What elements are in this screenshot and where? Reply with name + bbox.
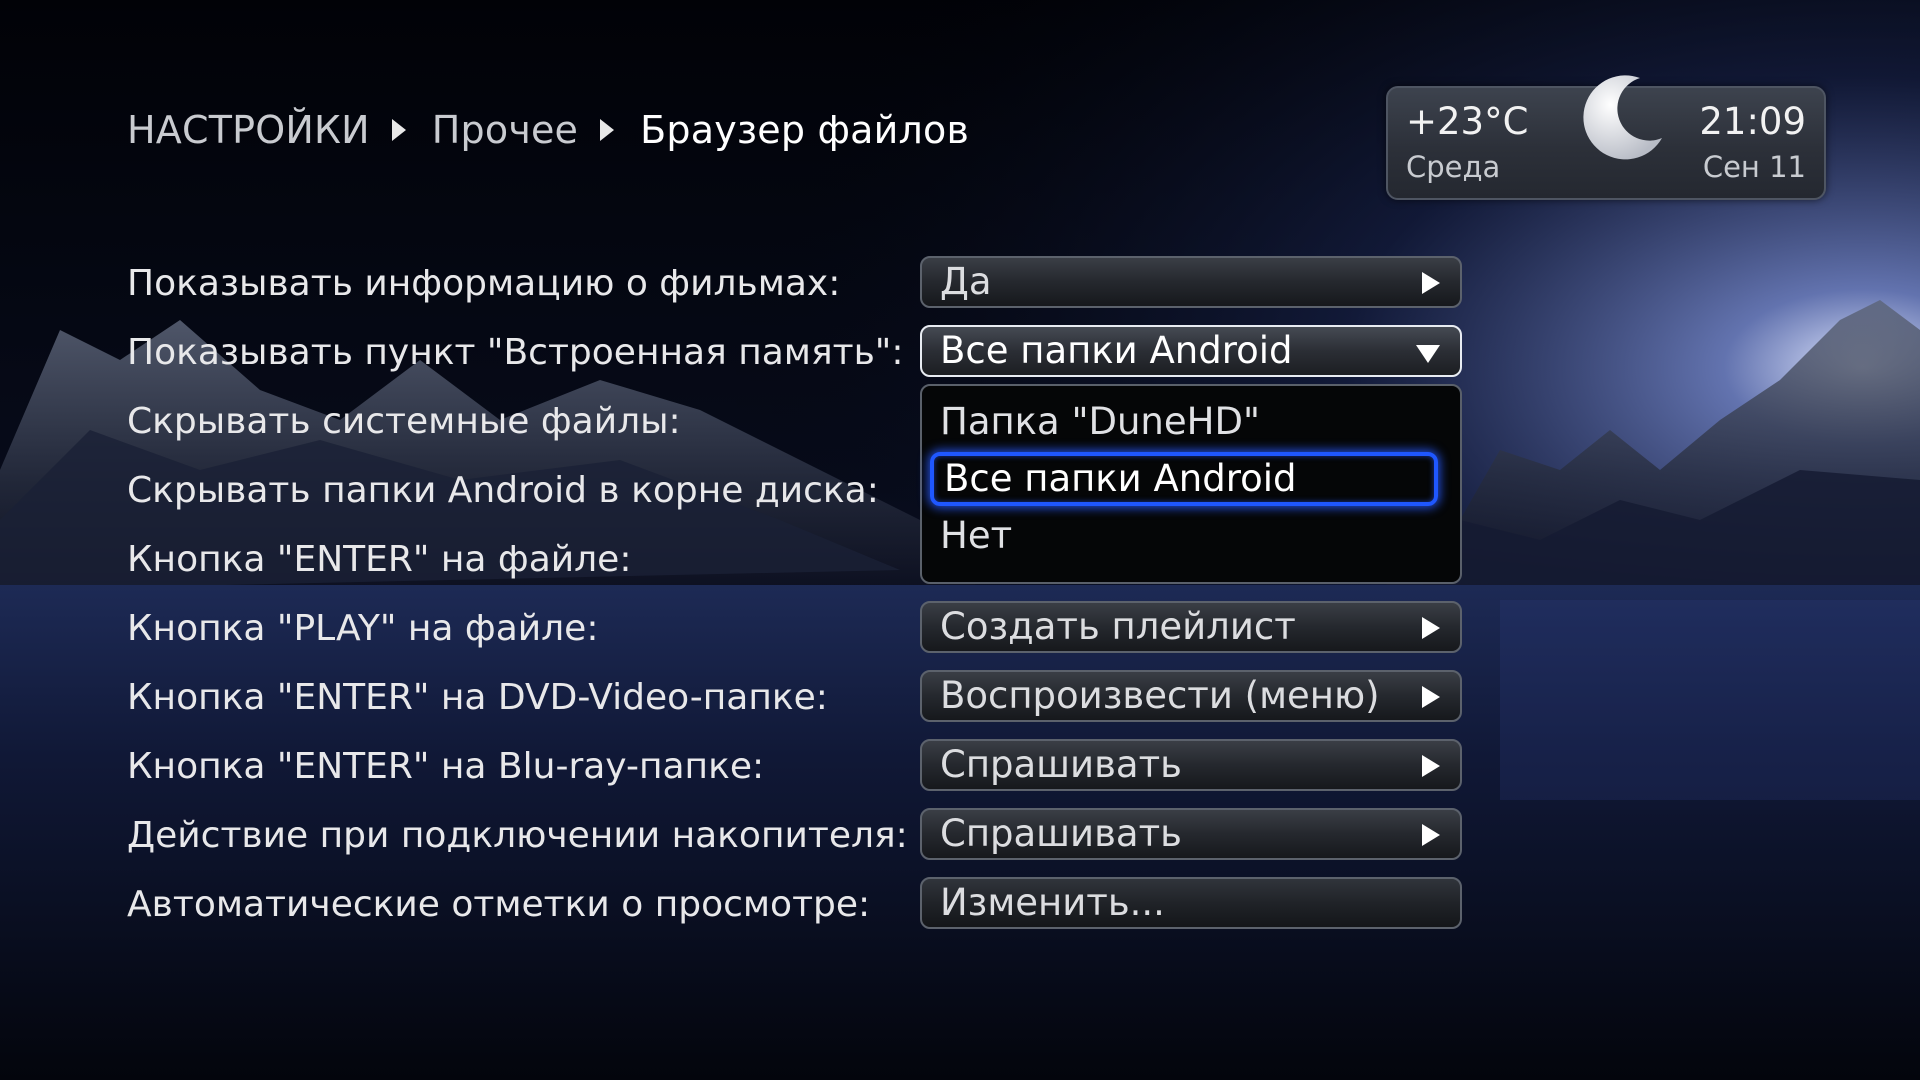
play-on-file-selector[interactable]: Создать плейлист bbox=[920, 601, 1462, 653]
enter-on-dvd-selector[interactable]: Воспроизвести (меню) bbox=[920, 670, 1462, 722]
dropdown-option-dunehd-folder[interactable]: Папка "DuneHD" bbox=[940, 394, 1260, 450]
arrow-down-icon bbox=[1416, 345, 1440, 363]
setting-label-enter-on-dvd: Кнопка "ENTER" на DVD-Video-папке: bbox=[127, 677, 828, 718]
show-movie-info-selector[interactable]: Да bbox=[920, 256, 1462, 308]
weekday: Среда bbox=[1406, 150, 1501, 184]
enter-on-bluray-selector[interactable]: Спрашивать bbox=[920, 739, 1462, 791]
breadcrumb: НАСТРОЙКИ Прочее Браузер файлов bbox=[127, 104, 969, 156]
setting-label-show-internal-memory: Показывать пункт "Встроенная память": bbox=[127, 332, 904, 373]
auto-watch-marks-change-button[interactable]: Изменить... bbox=[920, 877, 1462, 929]
selector-value: Спрашивать bbox=[940, 812, 1182, 855]
storage-connect-action-selector[interactable]: Спрашивать bbox=[920, 808, 1462, 860]
temperature: +23°C bbox=[1406, 100, 1529, 143]
setting-label-hide-system-files: Скрывать системные файлы: bbox=[127, 401, 681, 442]
dropdown-value: Все папки Android bbox=[940, 329, 1293, 372]
weather-clock-widget: +23°C 21:09 Среда Сен 11 bbox=[1386, 75, 1826, 200]
selector-value: Спрашивать bbox=[940, 743, 1182, 786]
show-internal-memory-dropdown[interactable]: Все папки Android bbox=[920, 325, 1462, 377]
date: Сен 11 bbox=[1702, 150, 1806, 184]
setting-label-enter-on-file: Кнопка "ENTER" на файле: bbox=[127, 539, 632, 580]
breadcrumb-separator-icon bbox=[600, 119, 615, 141]
arrow-right-icon bbox=[1422, 686, 1440, 708]
selector-value: Да bbox=[940, 260, 992, 303]
dropdown-option-no[interactable]: Нет bbox=[940, 508, 1012, 564]
arrow-right-icon bbox=[1422, 617, 1440, 639]
setting-label-auto-watch-marks: Автоматические отметки о просмотре: bbox=[127, 884, 871, 925]
setting-label-storage-connect-action: Действие при подключении накопителя: bbox=[127, 815, 908, 856]
arrow-right-icon bbox=[1422, 755, 1440, 777]
selector-value: Воспроизвести (меню) bbox=[940, 674, 1380, 717]
setting-label-play-on-file: Кнопка "PLAY" на файле: bbox=[127, 608, 599, 649]
page-title: Браузер файлов bbox=[640, 108, 970, 152]
button-label: Изменить... bbox=[940, 881, 1165, 924]
setting-label-show-movie-info: Показывать информацию о фильмах: bbox=[127, 263, 841, 304]
dropdown-list: Папка "DuneHD" Все папки Android Нет bbox=[920, 384, 1462, 584]
arrow-right-icon bbox=[1422, 272, 1440, 294]
setting-label-hide-android-folders: Скрывать папки Android в корне диска: bbox=[127, 470, 879, 511]
setting-label-enter-on-bluray: Кнопка "ENTER" на Blu-ray-папке: bbox=[127, 746, 765, 787]
arrow-right-icon bbox=[1422, 824, 1440, 846]
selector-value: Создать плейлист bbox=[940, 605, 1296, 648]
breadcrumb-separator-icon bbox=[391, 119, 406, 141]
dropdown-option-all-android-folders[interactable]: Все папки Android bbox=[930, 452, 1438, 506]
breadcrumb-item-other[interactable]: Прочее bbox=[432, 108, 578, 152]
moon-icon bbox=[1583, 75, 1662, 160]
clock-time: 21:09 bbox=[1699, 100, 1806, 143]
breadcrumb-item-settings[interactable]: НАСТРОЙКИ bbox=[127, 108, 370, 152]
